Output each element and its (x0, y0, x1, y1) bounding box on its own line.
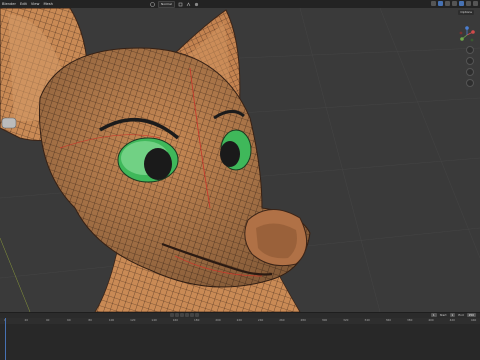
3d-viewport[interactable] (0, 8, 480, 312)
current-frame-field[interactable]: 1 (430, 313, 437, 317)
overlay-toggle-icon[interactable] (438, 1, 443, 6)
ruler-tick: 360 (385, 318, 392, 322)
menu-item-edit[interactable]: Edit (20, 0, 27, 8)
ruler-tick: 140 (151, 318, 157, 322)
start-frame-field[interactable]: 1 (449, 313, 456, 317)
ruler-tick: 40 (45, 318, 50, 322)
xray-toggle-icon[interactable] (445, 1, 450, 6)
navigation-gizmo[interactable] (458, 26, 476, 44)
orientation-dropdown[interactable]: Normal (158, 1, 175, 8)
main-menu: Blender Edit View Mesh (0, 0, 53, 8)
menu-item-mesh[interactable]: Mesh (43, 0, 52, 8)
visibility-icon[interactable] (431, 1, 436, 6)
start-label: Start (439, 313, 447, 317)
ruler-tick: 280 (300, 318, 306, 322)
ruler-tick: 160 (172, 318, 179, 322)
next-keyframe-icon[interactable] (190, 313, 194, 317)
ruler-tick: 260 (279, 318, 285, 322)
ruler-tick: 180 (194, 318, 200, 322)
ruler-tick: 440 (470, 318, 477, 322)
transform-orientation-icon[interactable] (150, 2, 155, 7)
playhead[interactable] (5, 318, 6, 360)
material-shading-icon[interactable] (466, 1, 471, 6)
ruler-tick: 300 (321, 318, 328, 322)
menu-item-view[interactable]: View (31, 0, 40, 8)
top-header: Blender Edit View Mesh Normal (0, 0, 480, 8)
ruler-tick: 400 (428, 318, 434, 322)
ruler-tick: 240 (257, 318, 264, 322)
viewport-toolbar: Normal (150, 1, 199, 8)
ruler-tick: 340 (364, 318, 370, 322)
playback-controls (170, 313, 199, 317)
jump-end-icon[interactable] (195, 313, 199, 317)
options-dropdown[interactable]: Options (458, 10, 474, 15)
snap-icon[interactable] (186, 2, 191, 7)
pivot-icon[interactable] (178, 2, 183, 7)
perspective-toggle-icon[interactable] (466, 79, 474, 87)
proportional-edit-icon[interactable] (194, 2, 199, 7)
shading-toolbar (431, 1, 478, 6)
rendered-shading-icon[interactable] (473, 1, 478, 6)
solid-shading-icon[interactable] (459, 1, 464, 6)
ear-ring (1, 117, 17, 129)
ruler-tick: 380 (407, 318, 413, 322)
ruler-tick: 420 (449, 318, 455, 322)
camera-view-icon[interactable] (466, 68, 474, 76)
ruler-tick: 20 (24, 318, 29, 322)
viewport-canvas[interactable] (0, 8, 480, 312)
prev-keyframe-icon[interactable] (175, 313, 179, 317)
end-frame-field[interactable]: 250 (466, 313, 476, 317)
play-reverse-icon[interactable] (180, 313, 184, 317)
jump-start-icon[interactable] (170, 313, 174, 317)
ruler-tick: 120 (130, 318, 136, 322)
ruler-tick: 220 (236, 318, 242, 322)
ruler-tick: 60 (67, 318, 71, 322)
wireframe-shading-icon[interactable] (452, 1, 457, 6)
pan-hand-icon[interactable] (466, 57, 474, 65)
ruler-tick: 200 (215, 318, 221, 322)
menu-item-blender[interactable]: Blender (2, 0, 16, 8)
zoom-icon[interactable] (466, 46, 474, 54)
play-icon[interactable] (185, 313, 189, 317)
navigation-controls (466, 46, 474, 87)
ruler-tick: 80 (88, 318, 92, 322)
timeline-body[interactable] (0, 324, 480, 360)
ruler-tick: 100 (108, 318, 115, 322)
ruler-tick: 320 (343, 318, 349, 322)
end-label: End (458, 313, 464, 317)
frame-range: 1 Start 1 End 250 (430, 313, 476, 317)
